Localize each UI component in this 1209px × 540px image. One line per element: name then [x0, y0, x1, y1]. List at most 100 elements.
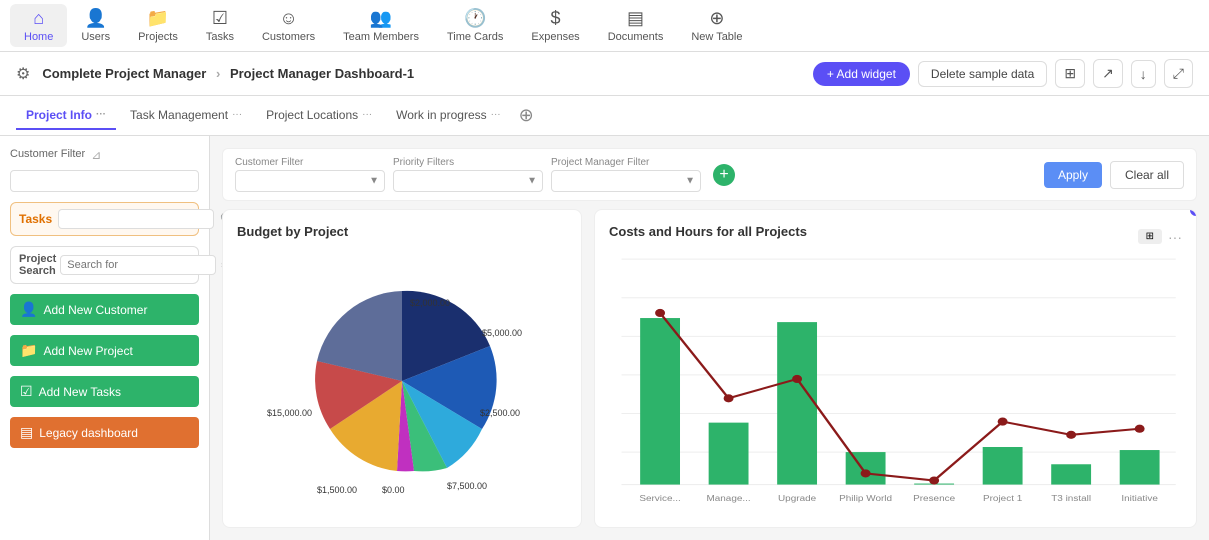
line-dot-7 [1135, 425, 1145, 433]
add-new-tasks-button[interactable]: ☑ Add New Tasks [10, 376, 199, 407]
customer-filter-row: Customer Filter ⊿ [10, 148, 199, 162]
costs-chart-card: Costs and Hours for all Projects ⊞ ··· 9… [594, 209, 1197, 528]
tab-project-info-label: Project Info [26, 108, 92, 122]
customers-icon: ☺ [279, 8, 297, 29]
line-dot-6 [1066, 431, 1076, 439]
customer-filter-funnel-icon: ⊿ [91, 148, 101, 162]
nav-projects-label: Projects [138, 31, 178, 43]
pie-chart-container: $2,000.00 $5,000.00 $2,500.00 $7,500.00 … [237, 249, 567, 513]
nav-projects[interactable]: 📁 Projects [124, 4, 192, 47]
svg-text:Project 1: Project 1 [983, 494, 1022, 503]
line-dot-1 [724, 394, 734, 402]
tab-work-in-progress-options[interactable]: ··· [491, 109, 501, 120]
costs-chart-header: Costs and Hours for all Projects ⊞ ··· [609, 224, 1182, 249]
bar-t3install [1051, 464, 1091, 484]
filter-customer-select[interactable] [235, 170, 385, 192]
download-button[interactable]: ↓ [1131, 60, 1156, 88]
filters-row: Customer Filter ▼ Priority Filters ▼ Pro… [222, 148, 1197, 201]
nav-customers-label: Customers [262, 31, 315, 43]
svg-text:Philip World: Philip World [839, 494, 892, 503]
line-dot-5 [998, 418, 1008, 426]
team-icon: 👥 [370, 8, 392, 29]
tasks-search-input[interactable] [58, 209, 214, 229]
legacy-dashboard-button[interactable]: ▤ Legacy dashboard [10, 417, 199, 448]
apply-button[interactable]: Apply [1044, 162, 1102, 188]
line-dot-3 [861, 469, 871, 477]
bar-initiative [1120, 450, 1160, 485]
tasks-icon: ☑ [212, 8, 228, 29]
top-navigation: ⌂ Home 👤 Users 📁 Projects ☑ Tasks ☺ Cust… [0, 0, 1209, 52]
costs-chart-title: Costs and Hours for all Projects [609, 224, 807, 239]
budget-chart-card: Budget by Project [222, 209, 582, 528]
tab-project-info-options[interactable]: ··· [96, 109, 106, 120]
bar-service [640, 318, 680, 485]
nav-tasks[interactable]: ☑ Tasks [192, 4, 248, 47]
customer-filter-label: Customer Filter [10, 148, 85, 160]
nav-documents-label: Documents [608, 31, 664, 43]
share-button[interactable]: ↗ [1093, 59, 1123, 88]
add-widget-button[interactable]: + Add widget [813, 62, 910, 86]
filter-pm-group: Project Manager Filter ▼ [551, 157, 701, 192]
nav-timecards-label: Time Cards [447, 31, 503, 43]
filter-priority-select[interactable] [393, 170, 543, 192]
budget-chart-header: Budget by Project [237, 224, 567, 249]
nav-new-table[interactable]: ⊕ New Table [677, 4, 756, 47]
tab-task-management-options[interactable]: ··· [232, 109, 242, 120]
clear-all-button[interactable]: Clear all [1110, 161, 1184, 189]
costs-chart-menu[interactable]: ··· [1168, 229, 1182, 245]
add-filter-button[interactable]: + [713, 164, 735, 186]
chart-options-button[interactable]: ⊞ [1138, 229, 1162, 244]
tab-task-management[interactable]: Task Management ··· [120, 102, 252, 130]
nav-time-cards[interactable]: 🕐 Time Cards [433, 4, 517, 47]
nav-documents[interactable]: ▤ Documents [594, 4, 678, 47]
projects-icon: 📁 [147, 8, 169, 29]
tab-work-in-progress-label: Work in progress [396, 108, 486, 122]
settings-icon[interactable]: ⚙ [16, 64, 30, 84]
grid-view-button[interactable]: ⊞ [1055, 59, 1085, 88]
pie-label-4: $0.00 [382, 485, 405, 495]
pie-label-0: $2,000.00 [410, 298, 450, 308]
tab-project-info[interactable]: Project Info ··· [16, 102, 116, 130]
bar-manage [709, 423, 749, 485]
budget-chart-title: Budget by Project [237, 224, 348, 239]
timecards-icon: 🕐 [464, 8, 486, 29]
add-tab-button[interactable]: ⊕ [519, 105, 534, 126]
line-dot-2 [792, 375, 802, 383]
svg-text:Upgrade: Upgrade [778, 494, 816, 503]
delete-sample-button[interactable]: Delete sample data [918, 61, 1047, 87]
charts-row: Budget by Project [222, 209, 1197, 528]
bar-chart-container: 90 75 60 45 30 15 0 $7200.00 $6000.00 $4… [609, 249, 1182, 513]
project-search-input[interactable] [60, 255, 216, 275]
filter-pm-select[interactable] [551, 170, 701, 192]
add-new-customer-button[interactable]: 👤 Add New Customer [10, 294, 199, 325]
nav-users[interactable]: 👤 Users [67, 4, 124, 47]
nav-expenses[interactable]: $ Expenses [517, 4, 593, 47]
nav-home[interactable]: ⌂ Home [10, 4, 67, 47]
add-new-project-button[interactable]: 📁 Add New Project [10, 335, 199, 366]
project-search-section: ProjectSearch ⚙ 🔍 [10, 246, 199, 284]
line-dot-0 [655, 309, 665, 317]
main-area: Customer Filter ⊿ Tasks 🔍 ProjectSearch … [0, 136, 1209, 540]
app-name: Complete Project Manager [42, 66, 206, 81]
expand-button[interactable]: ⤢ [1164, 59, 1193, 88]
customer-filter-select[interactable] [10, 170, 199, 192]
pie-label-2: $2,500.00 [480, 408, 520, 418]
breadcrumb: Complete Project Manager › Project Manag… [42, 66, 414, 81]
nav-customers[interactable]: ☺ Customers [248, 4, 329, 47]
svg-text:Manage...: Manage... [706, 494, 750, 503]
svg-text:Initiative: Initiative [1121, 494, 1158, 503]
breadcrumb-separator: › [216, 66, 220, 81]
page-title: Project Manager Dashboard-1 [230, 66, 414, 81]
tab-project-locations-options[interactable]: ··· [362, 109, 372, 120]
filter-pm-label: Project Manager Filter [551, 157, 701, 168]
svg-text:Service...: Service... [639, 494, 680, 503]
filter-priority-group: Priority Filters ▼ [393, 157, 543, 192]
add-project-label: Add New Project [43, 344, 132, 358]
tab-work-in-progress[interactable]: Work in progress ··· [386, 102, 510, 130]
tab-project-locations[interactable]: Project Locations ··· [256, 102, 382, 130]
nav-new-table-label: New Table [691, 31, 742, 43]
filter-customer-group: Customer Filter ▼ [235, 157, 385, 192]
nav-team-members[interactable]: 👥 Team Members [329, 4, 433, 47]
home-icon: ⌂ [33, 8, 44, 29]
header-actions: + Add widget Delete sample data ⊞ ↗ ↓ ⤢ [813, 59, 1193, 88]
